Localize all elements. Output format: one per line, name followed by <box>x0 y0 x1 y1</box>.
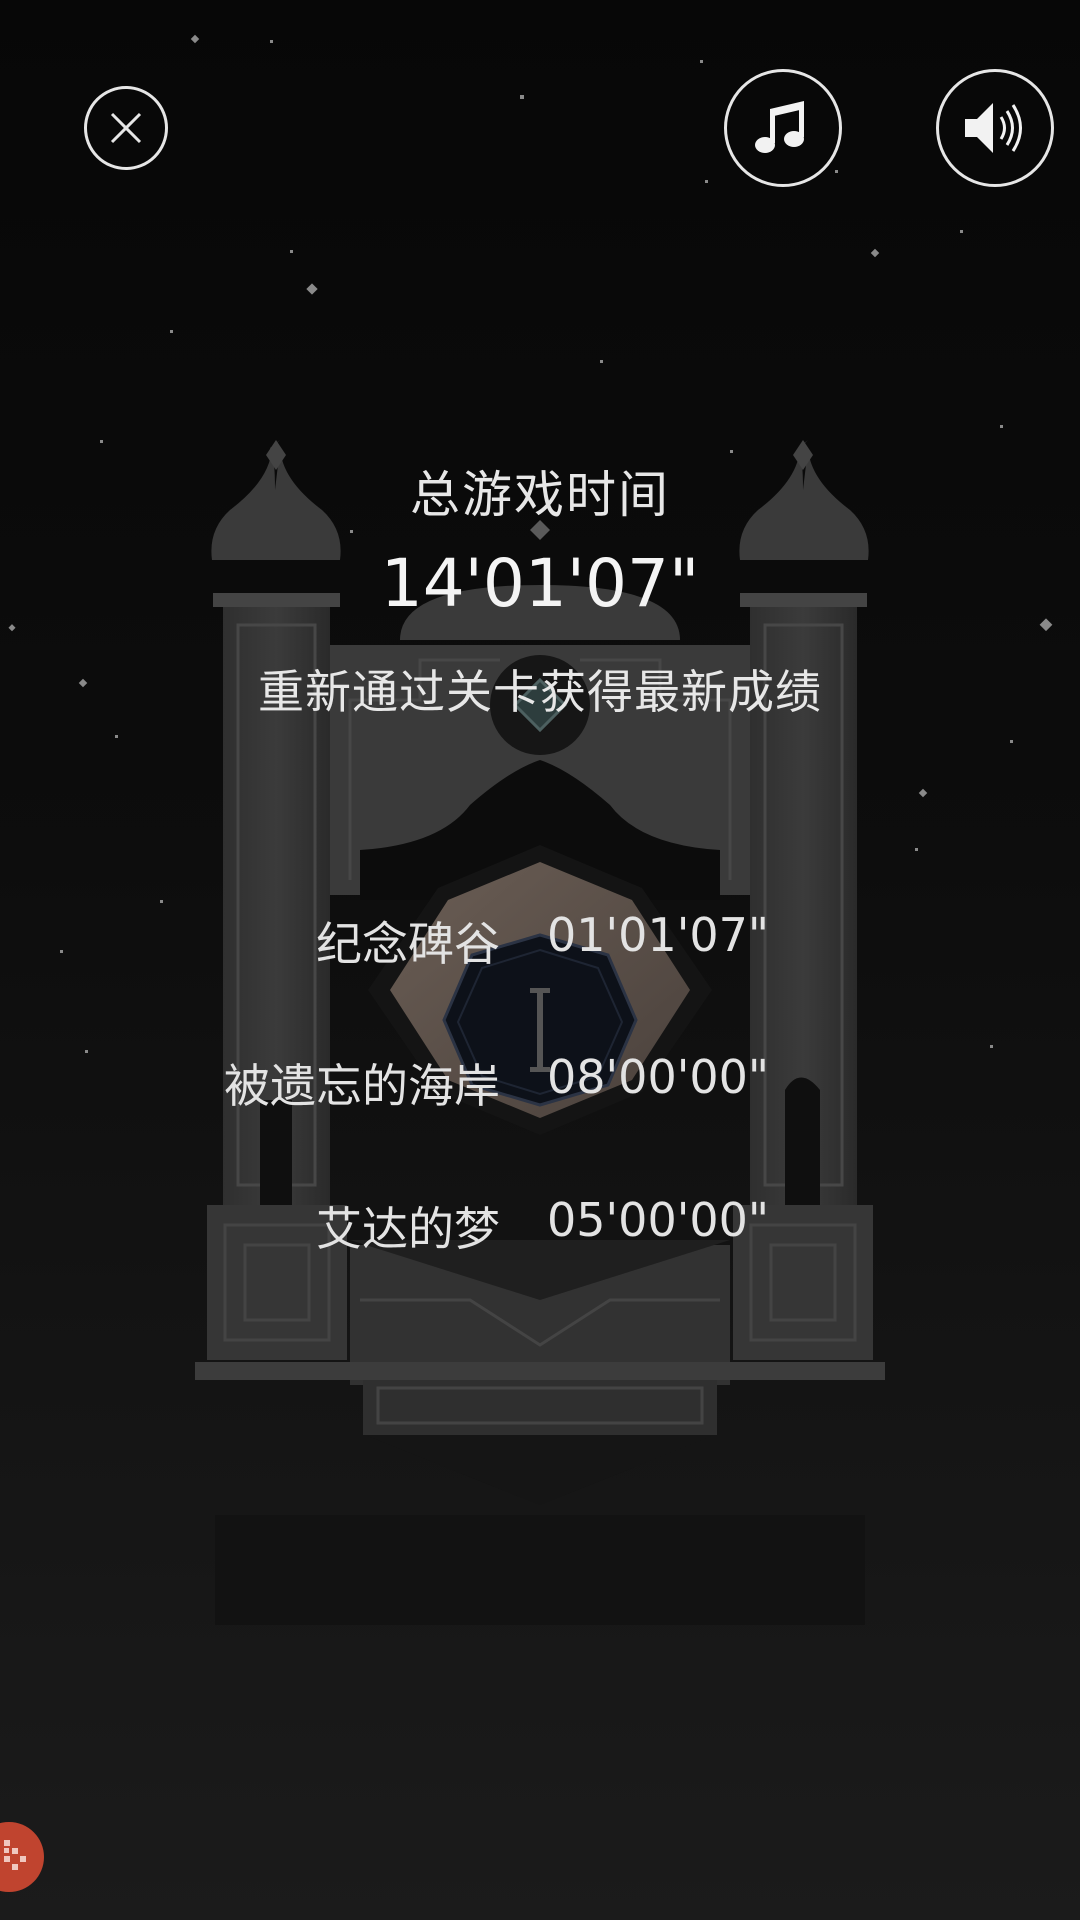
speaker-icon <box>965 103 1022 153</box>
total-time-title: 总游戏时间 <box>410 466 670 524</box>
level-name: 纪念碑谷 <box>316 917 500 971</box>
sound-toggle-button[interactable] <box>936 69 1054 187</box>
total-time-value: 14'01'07" <box>380 545 700 622</box>
music-toggle-button[interactable] <box>724 69 842 187</box>
level-row: 纪念碑谷 01'01'07" <box>0 908 1080 971</box>
replay-hint: 重新通过关卡获得最新成绩 <box>258 665 822 719</box>
level-row: 被遗忘的海岸 08'00'00" <box>0 1050 1080 1113</box>
level-time: 05'00'00" <box>547 1193 770 1247</box>
level-time: 01'01'07" <box>547 908 770 962</box>
close-button[interactable] <box>84 86 168 170</box>
level-name: 被遗忘的海岸 <box>224 1059 500 1113</box>
close-icon <box>110 112 142 144</box>
level-row: 艾达的梦 05'00'00" <box>0 1193 1080 1256</box>
level-time: 08'00'00" <box>547 1050 770 1104</box>
music-note-icon <box>755 101 804 153</box>
level-name: 艾达的梦 <box>316 1202 500 1256</box>
